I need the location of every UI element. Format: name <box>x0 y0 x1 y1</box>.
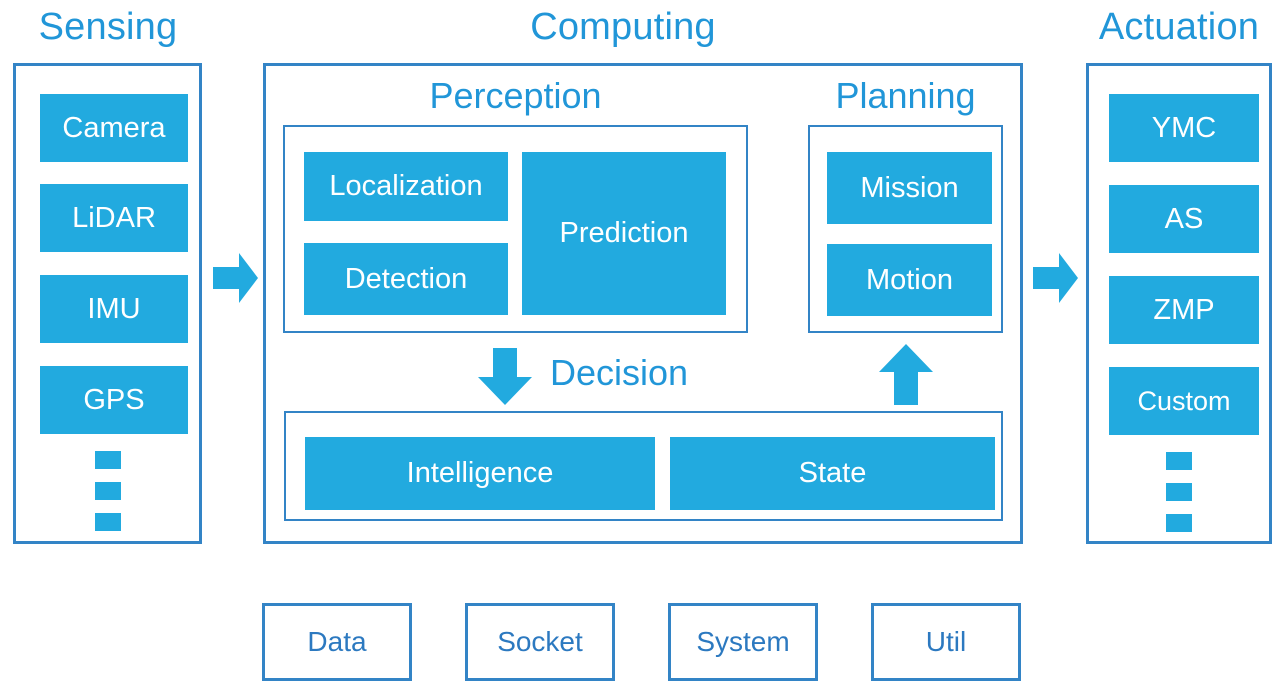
computing-title: Computing <box>530 6 716 48</box>
actuation-title: Actuation <box>1098 6 1260 48</box>
sensing-container: Camera LiDAR IMU GPS <box>13 63 202 544</box>
library-box-system[interactable]: System <box>668 603 818 681</box>
decision-title: Decision <box>550 352 689 393</box>
perception-to-decision-arrow-icon <box>477 348 533 406</box>
decision-item-state[interactable]: State <box>670 437 995 510</box>
sensing-item-label: LiDAR <box>72 201 156 234</box>
sensing-item-lidar[interactable]: LiDAR <box>40 184 188 252</box>
perception-container: Localization Detection Prediction <box>283 125 748 333</box>
actuation-item-ymc[interactable]: YMC <box>1109 94 1259 162</box>
library-box-data[interactable]: Data <box>262 603 412 681</box>
planning-item-label: Motion <box>865 263 954 296</box>
actuation-container: YMC AS ZMP Custom <box>1086 63 1272 544</box>
sensing-item-imu[interactable]: IMU <box>40 275 188 343</box>
perception-item-label: Localization <box>329 170 483 202</box>
perception-item-label: Prediction <box>559 217 689 249</box>
perception-item-label: Detection <box>344 262 468 295</box>
actuation-more-ellipsis-icon <box>1089 452 1269 532</box>
actuation-item-label: YMC <box>1151 111 1217 144</box>
actuation-item-label: AS <box>1164 202 1204 235</box>
actuation-item-zmp[interactable]: ZMP <box>1109 276 1259 344</box>
actuation-item-as[interactable]: AS <box>1109 185 1259 253</box>
architecture-diagram: Sensing Camera LiDAR IMU GPS Computing P… <box>0 0 1285 691</box>
sensing-to-computing-arrow-icon <box>213 252 259 304</box>
planning-title: Planning <box>835 75 976 116</box>
perception-item-localization[interactable]: Localization <box>304 152 508 221</box>
decision-item-intelligence[interactable]: Intelligence <box>305 437 655 510</box>
sensing-item-label: IMU <box>87 292 141 325</box>
actuation-item-label: ZMP <box>1153 293 1215 326</box>
actuation-item-label: Custom <box>1137 385 1231 416</box>
library-box-label: Util <box>925 626 967 657</box>
planning-item-mission[interactable]: Mission <box>827 152 992 224</box>
library-box-label: Data <box>307 626 367 657</box>
planning-item-label: Mission <box>860 171 959 204</box>
computing-to-actuation-arrow-icon <box>1033 252 1079 304</box>
computing-container: Perception Localization Detection Predic… <box>263 63 1023 544</box>
sensing-item-camera[interactable]: Camera <box>40 94 188 162</box>
perception-item-detection[interactable]: Detection <box>304 243 508 315</box>
decision-item-label: State <box>798 457 867 489</box>
perception-item-prediction[interactable]: Prediction <box>522 152 726 315</box>
perception-title: Perception <box>429 75 602 116</box>
decision-container: Intelligence State <box>284 411 1003 521</box>
library-box-util[interactable]: Util <box>871 603 1021 681</box>
decision-to-planning-arrow-icon <box>878 344 934 406</box>
library-box-label: Socket <box>497 626 583 657</box>
sensing-more-ellipsis-icon <box>16 451 199 531</box>
library-box-socket[interactable]: Socket <box>465 603 615 681</box>
sensing-item-label: Camera <box>62 111 166 144</box>
sensing-item-label: GPS <box>83 383 145 416</box>
sensing-item-gps[interactable]: GPS <box>40 366 188 434</box>
planning-item-motion[interactable]: Motion <box>827 244 992 316</box>
library-box-label: System <box>696 626 790 657</box>
sensing-title: Sensing <box>38 6 178 48</box>
decision-item-label: Intelligence <box>406 457 554 489</box>
planning-container: Mission Motion <box>808 125 1003 333</box>
actuation-item-custom[interactable]: Custom <box>1109 367 1259 435</box>
